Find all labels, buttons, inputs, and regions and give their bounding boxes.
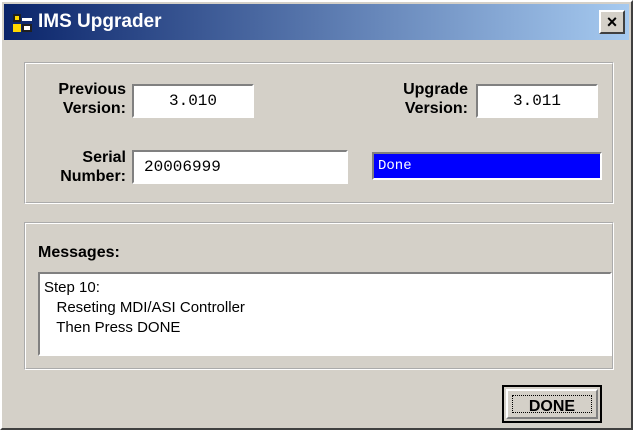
message-line: Step 10: (44, 279, 100, 296)
upgrade-label-line1: Upgrade (403, 81, 468, 98)
serial-number-field[interactable]: 20006999 (132, 150, 348, 184)
ims-upgrader-window: IMS Upgrader × Previous Version: 3.010 U… (0, 0, 633, 430)
previous-label-line2: Version: (62, 100, 126, 117)
status-field: Done (372, 152, 602, 180)
serial-number-label: Serial Number: (38, 148, 126, 186)
done-button-bevel: DONE (506, 389, 598, 419)
upgrade-label-line2: Version: (404, 100, 468, 117)
done-button-label: DONE (512, 395, 592, 415)
upgrade-version-label: Upgrade Version: (376, 80, 468, 118)
message-line: Reseting MDI/ASI Controller (44, 299, 245, 316)
messages-box[interactable]: Step 10: Reseting MDI/ASI Controller The… (38, 272, 612, 356)
message-line: Then Press DONE (44, 319, 181, 336)
app-icon (13, 14, 32, 32)
previous-label-line1: Previous (58, 81, 126, 98)
previous-version-field[interactable]: 3.010 (132, 84, 254, 118)
close-button[interactable]: × (599, 10, 625, 34)
title-bar[interactable]: IMS Upgrader × (4, 4, 629, 40)
serial-label-line1: Serial (82, 149, 126, 166)
messages-label: Messages: (38, 244, 120, 261)
window-title: IMS Upgrader (38, 11, 162, 32)
upgrade-version-field[interactable]: 3.011 (476, 84, 598, 118)
done-button[interactable]: DONE (502, 385, 602, 423)
serial-label-line2: Number: (60, 168, 126, 185)
previous-version-label: Previous Version: (38, 80, 126, 118)
